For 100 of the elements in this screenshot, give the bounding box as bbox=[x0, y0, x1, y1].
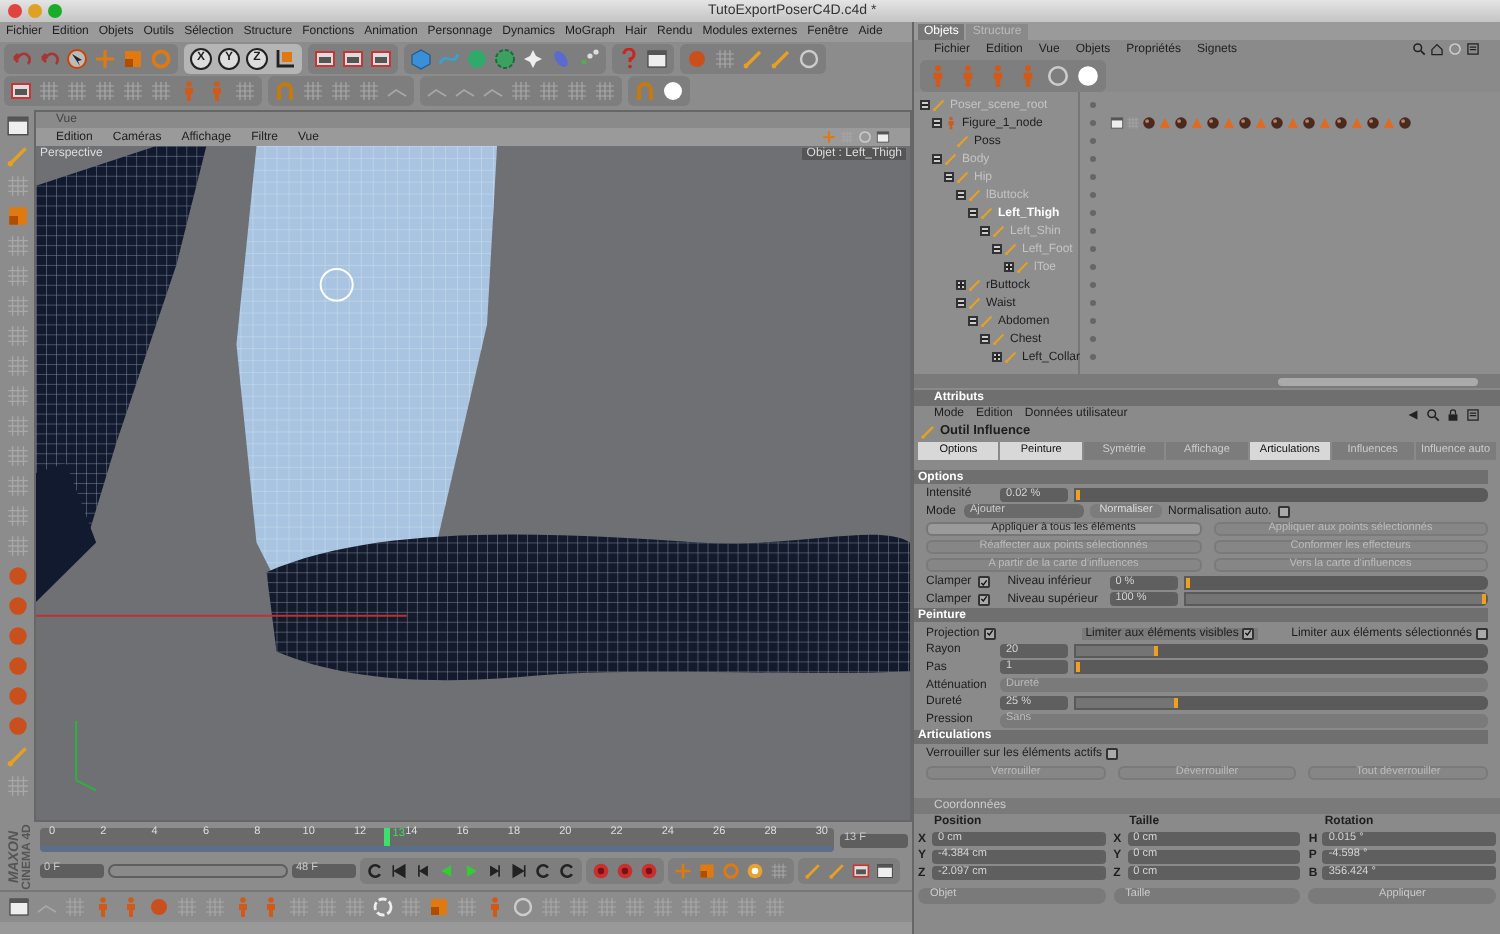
recycle-icon[interactable] bbox=[372, 896, 394, 918]
search-icon[interactable] bbox=[1412, 42, 1426, 56]
checkbox[interactable] bbox=[1242, 627, 1255, 639]
grid-icon[interactable] bbox=[5, 534, 29, 558]
clapperboard-icon[interactable] bbox=[370, 47, 392, 69]
expand-toggle[interactable] bbox=[992, 352, 1002, 362]
clapperboard-icon[interactable] bbox=[314, 47, 336, 69]
grid-icon[interactable] bbox=[5, 294, 29, 318]
grid-icon[interactable] bbox=[302, 79, 324, 101]
tag-icon[interactable] bbox=[1302, 116, 1316, 130]
key-icon[interactable] bbox=[746, 861, 764, 879]
grid-icon[interactable] bbox=[5, 264, 29, 288]
undo-icon[interactable] bbox=[10, 47, 32, 69]
ball-icon[interactable] bbox=[5, 564, 29, 588]
scale-icon[interactable] bbox=[428, 896, 450, 918]
expand-toggle[interactable] bbox=[968, 316, 978, 326]
scale-icon[interactable] bbox=[5, 204, 29, 228]
tag-icon[interactable] bbox=[1398, 116, 1412, 130]
ball-icon[interactable] bbox=[5, 624, 29, 648]
slider-track[interactable] bbox=[1074, 643, 1488, 658]
slider-track[interactable] bbox=[1074, 487, 1488, 502]
expand-toggle[interactable] bbox=[920, 100, 930, 110]
expand-toggle[interactable] bbox=[968, 208, 978, 218]
grid-icon[interactable] bbox=[510, 79, 532, 101]
grid-icon[interactable] bbox=[5, 774, 29, 798]
grid-icon[interactable] bbox=[66, 79, 88, 101]
flower-icon[interactable] bbox=[494, 47, 516, 69]
ring-icon[interactable] bbox=[1448, 42, 1462, 56]
grid-icon[interactable] bbox=[330, 79, 352, 101]
expand-toggle[interactable] bbox=[980, 334, 990, 344]
expand-toggle[interactable] bbox=[956, 280, 966, 290]
checkbox[interactable] bbox=[1277, 505, 1290, 518]
expand-toggle[interactable] bbox=[944, 172, 954, 182]
grid-icon[interactable] bbox=[5, 414, 29, 438]
rotate-icon[interactable] bbox=[150, 47, 172, 69]
bone-icon[interactable] bbox=[742, 47, 764, 69]
grid-icon[interactable] bbox=[538, 79, 560, 101]
star-icon[interactable] bbox=[522, 47, 544, 69]
slider-fill[interactable] bbox=[1076, 662, 1081, 673]
tag-icon[interactable] bbox=[1366, 116, 1380, 130]
window-icon[interactable] bbox=[646, 47, 668, 69]
checkbox[interactable] bbox=[983, 627, 996, 639]
step-forward-icon[interactable] bbox=[486, 861, 504, 879]
search-icon[interactable] bbox=[1426, 407, 1440, 421]
grid-icon[interactable] bbox=[122, 79, 144, 101]
grid-icon[interactable] bbox=[5, 504, 29, 528]
cursor-icon[interactable] bbox=[66, 47, 88, 69]
step-back-icon[interactable] bbox=[414, 861, 432, 879]
expand-toggle[interactable] bbox=[932, 118, 942, 128]
expand-toggle[interactable] bbox=[980, 226, 990, 236]
grid-icon[interactable] bbox=[150, 79, 172, 101]
ball-icon[interactable] bbox=[148, 896, 170, 918]
cube-icon[interactable] bbox=[410, 47, 432, 69]
ball-icon[interactable] bbox=[5, 714, 29, 738]
window-icon[interactable] bbox=[1110, 116, 1124, 130]
skip-start-icon[interactable] bbox=[390, 861, 408, 879]
grid-icon[interactable] bbox=[5, 384, 29, 408]
grid-icon[interactable] bbox=[234, 79, 256, 101]
move-icon[interactable] bbox=[822, 130, 836, 144]
move-icon[interactable] bbox=[674, 861, 692, 879]
slider-track[interactable] bbox=[1074, 660, 1488, 675]
clapperboard-icon[interactable] bbox=[342, 47, 364, 69]
magnet-icon[interactable] bbox=[274, 79, 296, 101]
dots-icon[interactable] bbox=[578, 47, 600, 69]
home-icon[interactable] bbox=[1430, 42, 1444, 56]
slider-fill[interactable] bbox=[1076, 645, 1158, 656]
panel-menu-icon[interactable] bbox=[1466, 42, 1480, 56]
tag-icon[interactable] bbox=[1206, 116, 1220, 130]
loop-icon[interactable] bbox=[366, 861, 384, 879]
expand-toggle[interactable] bbox=[992, 244, 1002, 254]
tag-icon[interactable] bbox=[1238, 116, 1252, 130]
grid-icon[interactable] bbox=[594, 79, 616, 101]
bone-icon[interactable] bbox=[804, 861, 822, 879]
checkbox[interactable] bbox=[1476, 627, 1488, 639]
window-icon[interactable] bbox=[5, 114, 29, 138]
ball-icon[interactable] bbox=[686, 47, 708, 69]
rotate-icon[interactable] bbox=[722, 861, 740, 879]
grid-icon[interactable] bbox=[358, 79, 380, 101]
playhead[interactable] bbox=[383, 828, 390, 846]
scale-icon[interactable] bbox=[698, 861, 716, 879]
expand-toggle[interactable] bbox=[1004, 262, 1014, 272]
tag-icon[interactable] bbox=[1270, 116, 1284, 130]
bone-icon[interactable] bbox=[920, 424, 936, 440]
clapperboard-icon[interactable] bbox=[852, 861, 870, 879]
bone-icon[interactable] bbox=[956, 134, 970, 148]
bone-icon[interactable] bbox=[5, 744, 29, 768]
grid-icon[interactable] bbox=[840, 130, 854, 144]
window-icon[interactable] bbox=[876, 130, 890, 144]
disc-icon[interactable] bbox=[662, 79, 684, 101]
ball-icon[interactable] bbox=[5, 684, 29, 708]
skip-end-icon[interactable] bbox=[510, 861, 528, 879]
checkbox[interactable] bbox=[977, 576, 990, 589]
lock-icon[interactable] bbox=[1446, 407, 1460, 421]
sphere-icon[interactable] bbox=[466, 47, 488, 69]
ball-icon[interactable] bbox=[5, 654, 29, 678]
axis-icon[interactable] bbox=[274, 47, 296, 69]
grid-icon[interactable] bbox=[714, 47, 736, 69]
ring-icon[interactable] bbox=[512, 896, 534, 918]
checkbox[interactable] bbox=[1106, 748, 1119, 760]
window-icon[interactable] bbox=[8, 896, 30, 918]
